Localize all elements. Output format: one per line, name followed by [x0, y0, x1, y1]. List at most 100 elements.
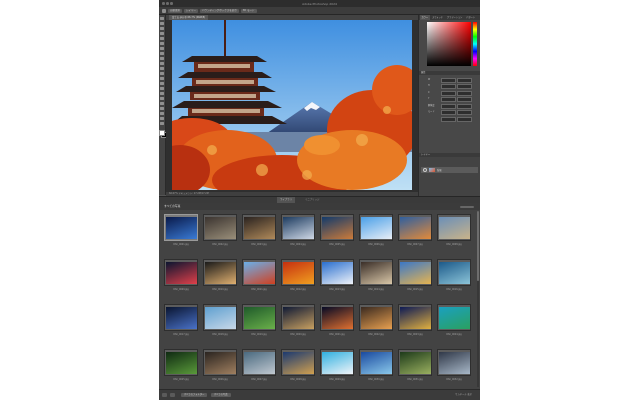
- thumbnail-frame[interactable]: [320, 304, 354, 331]
- all-photos-button[interactable]: すべての写真: [211, 393, 231, 397]
- thumbnail-frame[interactable]: [203, 214, 237, 241]
- crop-tool-icon[interactable]: [160, 36, 164, 41]
- thumbnail-frame[interactable]: [203, 259, 237, 286]
- thumbnail-item[interactable]: DSC_0024.jpg: [436, 304, 472, 340]
- quick-select-tool-icon[interactable]: [160, 31, 164, 36]
- thumbnail-item[interactable]: DSC_0030.jpg: [358, 349, 394, 385]
- property-field[interactable]: [441, 84, 456, 89]
- thumbnail-item[interactable]: DSC_0003.jpg: [241, 214, 277, 250]
- tab-swatches[interactable]: スウォッチ: [431, 15, 445, 20]
- thumbnail-item[interactable]: DSC_0029.jpg: [319, 349, 355, 385]
- property-field[interactable]: [457, 103, 472, 109]
- thumbnail-frame[interactable]: [164, 304, 198, 331]
- thumbnail-frame[interactable]: [242, 349, 276, 376]
- path-select-tool-icon[interactable]: [160, 101, 164, 106]
- property-field[interactable]: [441, 103, 456, 109]
- thumbnail-frame[interactable]: [437, 304, 471, 331]
- thumbnail-item[interactable]: DSC_0002.jpg: [202, 214, 238, 250]
- thumbnail-item[interactable]: DSC_0009.jpg: [163, 259, 199, 295]
- rectangle-tool-icon[interactable]: [160, 106, 164, 111]
- option-layer-select[interactable]: レイヤー: [184, 8, 198, 13]
- option-auto-select[interactable]: 自動選択: [168, 8, 183, 13]
- thumbnail-frame[interactable]: [359, 304, 393, 331]
- gradient-tool-icon[interactable]: [160, 76, 164, 81]
- brush-tool-icon[interactable]: [160, 56, 164, 61]
- option-show-transform[interactable]: バウンディングボックスを表示: [199, 8, 239, 13]
- thumbnail-frame[interactable]: [242, 214, 276, 241]
- thumbnail-frame[interactable]: [164, 259, 198, 286]
- property-field[interactable]: [441, 116, 456, 122]
- property-field[interactable]: [441, 77, 456, 83]
- eyedropper-tool-icon[interactable]: [160, 46, 164, 51]
- tab-patterns[interactable]: パターン: [465, 15, 477, 20]
- frame-tool-icon[interactable]: [160, 41, 164, 46]
- thumbnail-item[interactable]: DSC_0021.jpg: [319, 304, 355, 340]
- thumbnail-frame[interactable]: [359, 259, 393, 286]
- thumbnail-item[interactable]: DSC_0020.jpg: [280, 304, 316, 340]
- thumbnail-frame[interactable]: [398, 214, 432, 241]
- thumbnail-item[interactable]: DSC_0017.jpg: [163, 304, 199, 340]
- thumbnail-frame[interactable]: [281, 259, 315, 286]
- thumbnail-item[interactable]: DSC_0013.jpg: [319, 259, 355, 295]
- pen-tool-icon[interactable]: [160, 91, 164, 96]
- marquee-tool-icon[interactable]: [160, 21, 164, 26]
- thumbnail-frame[interactable]: [437, 214, 471, 241]
- grid-view-icon[interactable]: [162, 393, 167, 397]
- thumbnail-item[interactable]: DSC_0008.jpg: [436, 214, 472, 250]
- property-field[interactable]: [457, 110, 472, 115]
- thumbnail-frame[interactable]: [398, 349, 432, 376]
- move-tool-icon[interactable]: [162, 8, 166, 13]
- property-field[interactable]: [441, 97, 456, 102]
- hand-tool-icon[interactable]: [160, 111, 164, 116]
- view-options[interactable]: サムネール 表示: [455, 393, 472, 397]
- thumbnail-item[interactable]: DSC_0019.jpg: [241, 304, 277, 340]
- thumbnail-item[interactable]: DSC_0006.jpg: [358, 214, 394, 250]
- color-picker-field[interactable]: [427, 22, 471, 66]
- thumbnail-frame[interactable]: [398, 304, 432, 331]
- thumbnail-frame[interactable]: [281, 214, 315, 241]
- dodge-tool-icon[interactable]: [160, 86, 164, 91]
- thumbnail-frame[interactable]: [164, 349, 198, 376]
- thumbnail-item[interactable]: DSC_0028.jpg: [280, 349, 316, 385]
- thumbnail-frame[interactable]: [359, 214, 393, 241]
- thumbnail-item[interactable]: DSC_0005.jpg: [319, 214, 355, 250]
- thumbnail-item[interactable]: DSC_0031.jpg: [397, 349, 433, 385]
- tab-color[interactable]: カラー: [420, 15, 430, 20]
- foreground-color-swatch[interactable]: [159, 129, 165, 136]
- property-field[interactable]: [441, 90, 456, 96]
- thumbnail-frame[interactable]: [242, 304, 276, 331]
- property-field[interactable]: [457, 90, 472, 96]
- move-tool-icon[interactable]: [160, 17, 164, 21]
- healing-tool-icon[interactable]: [160, 51, 164, 56]
- eye-icon[interactable]: [422, 167, 427, 173]
- zoom-tool-icon[interactable]: [160, 116, 164, 121]
- thumbnail-frame[interactable]: [320, 214, 354, 241]
- thumbnail-item[interactable]: DSC_0027.jpg: [241, 349, 277, 385]
- scrollbar-thumb[interactable]: [476, 211, 479, 281]
- property-field[interactable]: [457, 116, 472, 122]
- property-field[interactable]: [457, 77, 472, 83]
- thumbnail-frame[interactable]: [164, 214, 198, 241]
- thumbnail-item[interactable]: DSC_0026.jpg: [202, 349, 238, 385]
- eraser-tool-icon[interactable]: [160, 71, 164, 76]
- tab-gradients[interactable]: グラデーション: [446, 15, 464, 20]
- history-brush-tool-icon[interactable]: [160, 66, 164, 71]
- all-folders-button[interactable]: すべてのフォルダー: [181, 393, 208, 397]
- thumbnail-frame[interactable]: [320, 349, 354, 376]
- blur-tool-icon[interactable]: [160, 81, 164, 86]
- property-field[interactable]: [457, 97, 472, 102]
- thumbnail-item[interactable]: DSC_0032.jpg: [436, 349, 472, 385]
- thumbnail-frame[interactable]: [320, 259, 354, 286]
- layer-row-background[interactable]: 背景: [421, 167, 478, 173]
- thumbnail-item[interactable]: DSC_0001.jpg: [163, 214, 199, 250]
- thumbnail-frame[interactable]: [437, 349, 471, 376]
- lasso-tool-icon[interactable]: [160, 26, 164, 31]
- thumbnail-item[interactable]: DSC_0016.jpg: [436, 259, 472, 295]
- thumbnail-item[interactable]: DSC_0018.jpg: [202, 304, 238, 340]
- property-field[interactable]: [457, 84, 472, 89]
- thumbnail-frame[interactable]: [281, 349, 315, 376]
- thumbnail-frame[interactable]: [281, 304, 315, 331]
- thumbnail-frame[interactable]: [437, 259, 471, 286]
- thumbnail-item[interactable]: DSC_0010.jpg: [202, 259, 238, 295]
- thumbnail-frame[interactable]: [203, 304, 237, 331]
